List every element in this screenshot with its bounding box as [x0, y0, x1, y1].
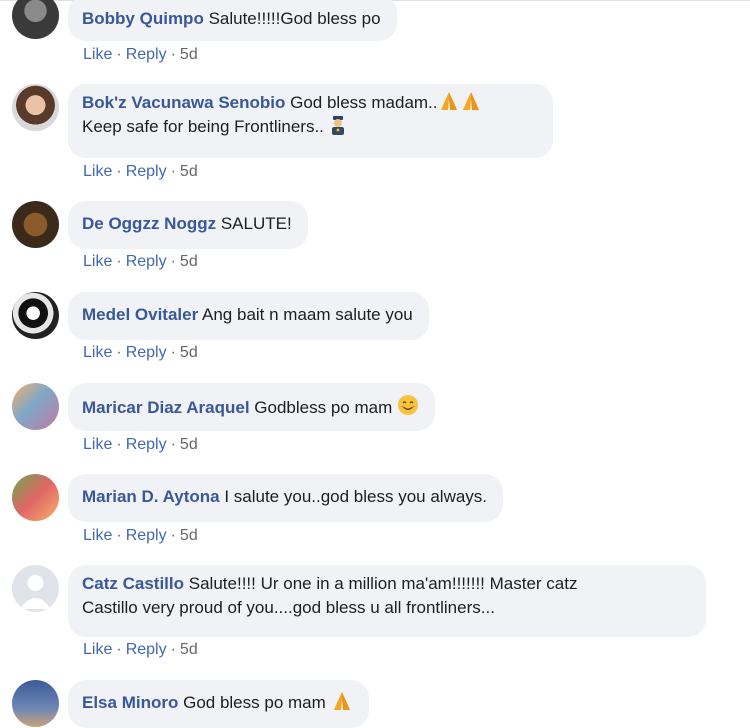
comment-bubble: Medel Ovitaler Ang bait n maam salute yo… — [68, 292, 429, 340]
separator-dot: · — [116, 436, 122, 453]
comment-author[interactable]: Bobby Quimpo — [82, 9, 204, 28]
comment-author[interactable]: Catz Castillo — [82, 574, 184, 593]
default-profile-icon — [20, 575, 51, 609]
like-link[interactable]: Like — [83, 253, 112, 270]
comment-text: Salute!!!! Ur one in a million ma'am!!!!… — [188, 574, 578, 593]
comment-bubble: Bobby Quimpo Salute!!!!!God bless po — [68, 0, 397, 41]
comment-actions: Like · Reply · 5d — [83, 343, 198, 363]
separator-dot: · — [170, 344, 176, 361]
folded-hands-icon — [333, 692, 350, 710]
avatar[interactable] — [12, 565, 59, 612]
comment-text: SALUTE! — [220, 214, 292, 233]
separator-dot: · — [116, 641, 122, 658]
separator-dot: · — [116, 253, 122, 270]
reply-link[interactable]: Reply — [126, 436, 167, 453]
comment-bubble: Maricar Diaz Araquel Godbless po mam — [68, 383, 435, 431]
avatar[interactable] — [12, 84, 59, 131]
avatar[interactable] — [12, 0, 59, 39]
reply-link[interactable]: Reply — [126, 344, 167, 361]
separator-dot: · — [170, 46, 176, 63]
reply-link[interactable]: Reply — [126, 641, 167, 658]
comment-text: I salute you..god bless you always. — [224, 487, 488, 506]
separator-dot: · — [116, 344, 122, 361]
avatar[interactable] — [12, 201, 59, 248]
comment-author[interactable]: De Oggzz Noggz — [82, 214, 216, 233]
avatar[interactable] — [12, 383, 59, 430]
police-officer-icon — [331, 116, 344, 135]
comment-actions: Like · Reply · 5d — [83, 526, 198, 546]
comment-time[interactable]: 5d — [180, 527, 198, 544]
reply-link[interactable]: Reply — [126, 46, 167, 63]
comment-time[interactable]: 5d — [180, 253, 198, 270]
comment-bubble: De Oggzz Noggz SALUTE! — [68, 201, 308, 249]
comment-author[interactable]: Bok'z Vacunawa Senobio — [82, 93, 285, 112]
like-link[interactable]: Like — [83, 436, 112, 453]
comment-time[interactable]: 5d — [180, 436, 198, 453]
comment-text: God bless madam.. — [290, 93, 438, 112]
comment-time[interactable]: 5d — [180, 163, 198, 180]
comment-author[interactable]: Maricar Diaz Araquel — [82, 398, 250, 417]
avatar[interactable] — [12, 292, 59, 339]
comment-author[interactable]: Elsa Minoro — [82, 693, 178, 712]
comment-actions: Like · Reply · 5d — [83, 45, 198, 65]
comment-text: Ang bait n maam salute you — [202, 305, 413, 324]
smiling-face-icon — [397, 395, 418, 415]
separator-dot: · — [170, 641, 176, 658]
comment-actions: Like · Reply · 5d — [83, 162, 198, 182]
like-link[interactable]: Like — [83, 527, 112, 544]
separator-dot: · — [170, 253, 176, 270]
comment-text: God bless po mam — [183, 693, 326, 712]
folded-hands-icon — [440, 92, 457, 110]
comment-time[interactable]: 5d — [180, 46, 198, 63]
reply-link[interactable]: Reply — [126, 253, 167, 270]
comment-text: Salute!!!!!God bless po — [208, 9, 381, 28]
comment-time[interactable]: 5d — [180, 641, 198, 658]
separator-dot: · — [170, 436, 176, 453]
comment-author[interactable]: Medel Ovitaler — [82, 305, 198, 324]
like-link[interactable]: Like — [83, 344, 112, 361]
comment-actions: Like · Reply · 5d — [83, 435, 198, 455]
comment-bubble: Catz Castillo Salute!!!! Ur one in a mil… — [68, 565, 706, 637]
comment-actions: Like · Reply · 5d — [83, 252, 198, 272]
like-link[interactable]: Like — [83, 46, 112, 63]
comment-text-line2: Castillo very proud of you....god bless … — [82, 598, 495, 617]
comment-actions: Like · Reply · 5d — [83, 640, 198, 660]
comment-author[interactable]: Marian D. Aytona — [82, 487, 220, 506]
comment-bubble: Marian D. Aytona I salute you..god bless… — [68, 474, 504, 522]
avatar[interactable] — [12, 474, 59, 521]
comment-time[interactable]: 5d — [180, 344, 198, 361]
separator-dot: · — [116, 163, 122, 180]
comment-text: Godbless po mam — [254, 398, 393, 417]
reply-link[interactable]: Reply — [126, 527, 167, 544]
comment-bubble: Elsa Minoro God bless po mam — [68, 680, 369, 728]
separator-dot: · — [116, 46, 122, 63]
comment-bubble: Bok'z Vacunawa Senobio God bless madam..… — [68, 84, 553, 158]
comment-text-line2: Keep safe for being Frontliners.. — [82, 117, 324, 136]
separator-dot: · — [170, 527, 176, 544]
separator-dot: · — [116, 527, 122, 544]
folded-hands-icon — [462, 92, 479, 110]
like-link[interactable]: Like — [83, 641, 112, 658]
like-link[interactable]: Like — [83, 163, 112, 180]
reply-link[interactable]: Reply — [126, 163, 167, 180]
separator-dot: · — [170, 163, 176, 180]
